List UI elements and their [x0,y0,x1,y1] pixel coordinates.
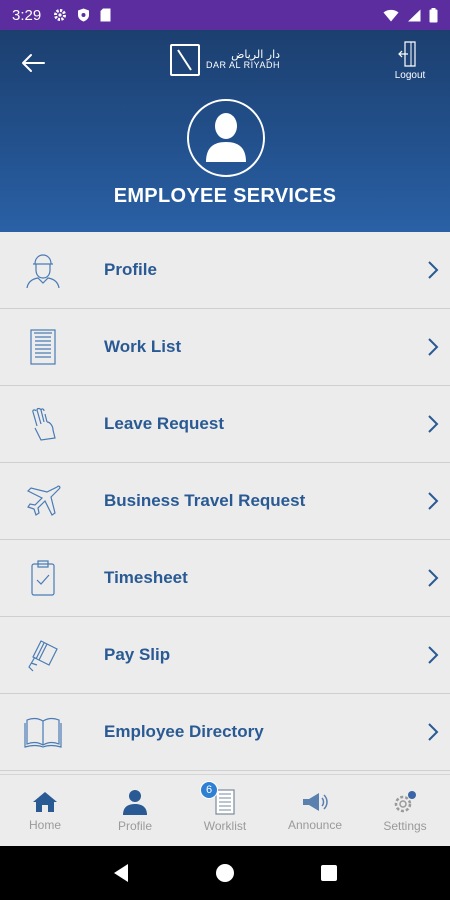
card-in-hand-icon [28,640,58,672]
home-icon [33,791,57,812]
avatar [187,99,265,177]
nav-profile-label: Profile [117,818,152,833]
megaphone-icon [303,792,328,811]
chevron-right-icon [428,569,439,587]
bottom-navigation: Home Profile 6 Worklist Announce Setting… [0,774,450,846]
menu-label-profile: Profile [104,260,157,279]
nav-home-label: Home [28,817,61,832]
signal-icon [408,9,421,21]
chevron-right-icon [428,723,439,741]
system-navigation-bar [0,846,450,900]
chevron-right-icon [428,646,439,664]
page-title: EMPLOYEE SERVICES [113,185,337,207]
nav-announce[interactable]: Announce [270,775,360,846]
logo-mark [170,44,200,76]
user-icon [206,113,246,162]
menu-item-employee-directory[interactable]: Employee Directory [0,694,450,771]
company-logo: دار الرياض DAR AL RIYADH [170,44,280,76]
menu-label-leave-request: Leave Request [104,414,224,433]
system-recents-icon[interactable] [320,864,338,882]
header: دار الرياض DAR AL RIYADH Logout EMPLOYEE… [0,30,450,232]
system-back-icon[interactable] [112,863,130,883]
status-bar: 3:29 [0,0,450,30]
status-time: 3:29 [12,6,42,24]
user-icon [123,789,147,815]
menu-label-timesheet: Timesheet [104,568,188,587]
nav-announce-label: Announce [287,817,343,832]
nav-profile[interactable]: Profile [90,775,180,846]
back-button[interactable] [18,48,48,78]
person-icon [26,254,60,289]
logo-english-text: DAR AL RIYADH [206,60,281,71]
nav-home[interactable]: Home [0,775,90,846]
back-arrow-icon [22,54,45,72]
settings-gear-icon [394,790,416,812]
system-home-icon[interactable] [215,863,235,883]
menu-label-pay-slip: Pay Slip [104,645,171,664]
book-icon [24,718,62,748]
chevron-right-icon [428,492,439,510]
nav-settings[interactable]: Settings [360,775,450,846]
worklist-badge: 6 [200,781,218,799]
logout-button[interactable]: Logout [390,40,430,81]
menu-item-pay-slip[interactable]: Pay Slip [0,617,450,694]
wifi-icon [383,9,399,21]
shield-icon [78,8,90,22]
chevron-right-icon [428,261,439,279]
menu-item-profile[interactable]: Profile [0,232,450,309]
services-menu: Profile Work List Leave Request Business… [0,232,450,771]
logout-icon [398,41,416,67]
menu-label-business-travel-request: Business Travel Request [104,491,306,510]
menu-item-business-travel-request[interactable]: Business Travel Request [0,463,450,540]
menu-label-employee-directory: Employee Directory [104,722,264,741]
hand-icon [32,407,56,441]
chevron-right-icon [428,415,439,433]
nav-worklist-label: Worklist [203,818,247,833]
chevron-right-icon [428,338,439,356]
sd-card-icon [100,8,111,22]
gear-icon [54,9,67,21]
nav-settings-label: Settings [383,818,427,833]
document-list-icon [30,329,56,365]
menu-label-work-list: Work List [104,337,182,356]
nav-worklist[interactable]: 6 Worklist [180,775,270,846]
menu-item-work-list[interactable]: Work List [0,309,450,386]
logout-label: Logout [394,70,426,81]
battery-icon [429,7,438,22]
menu-item-leave-request[interactable]: Leave Request [0,386,450,463]
airplane-icon [26,485,61,516]
menu-item-timesheet[interactable]: Timesheet [0,540,450,617]
clipboard-check-icon [31,560,55,596]
